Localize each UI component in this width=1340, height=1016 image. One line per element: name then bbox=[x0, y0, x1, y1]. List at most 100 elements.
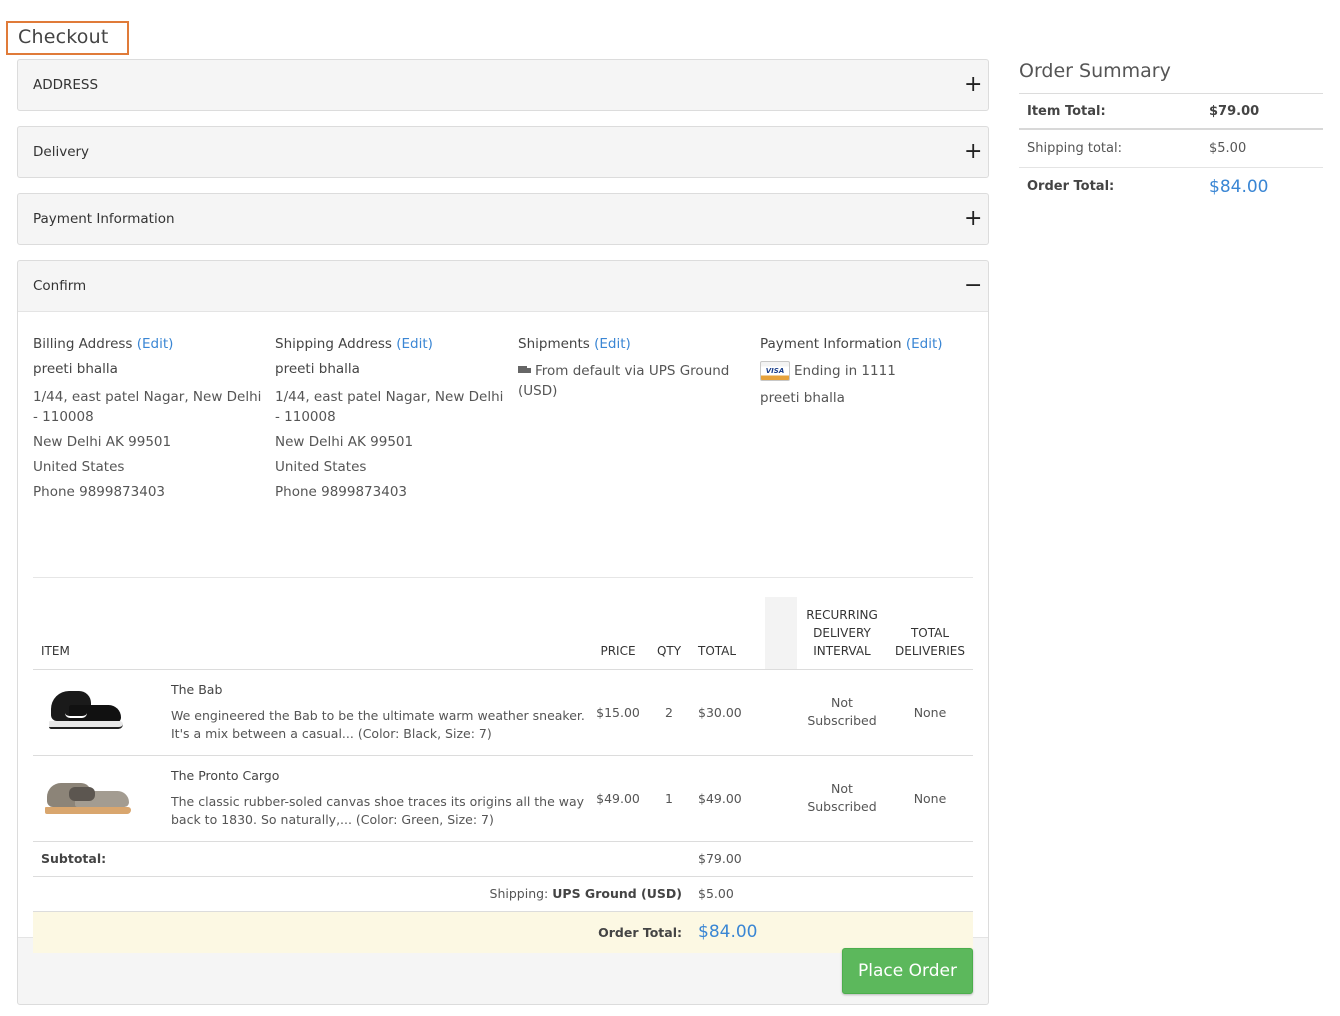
order-summary-title: Order Summary bbox=[1019, 60, 1323, 94]
collapse-icon[interactable]: − bbox=[964, 275, 982, 297]
billing-name: preeti bhalla bbox=[33, 361, 118, 377]
shipping-label: Shipping: UPS Ground (USD) bbox=[33, 876, 690, 912]
shipments-heading: Shipments (Edit) bbox=[518, 336, 748, 352]
col-qty: QTY bbox=[648, 597, 690, 670]
summary-order-total-row: Order Total: $84.00 bbox=[1019, 168, 1323, 210]
col-price: PRICE bbox=[588, 597, 648, 670]
shipping-phone: Phone 9899873403 bbox=[275, 484, 408, 500]
total-deliveries: None bbox=[887, 755, 973, 842]
product-image-cell bbox=[33, 669, 163, 756]
payment-section-header[interactable]: Payment Information + bbox=[18, 194, 988, 244]
shipping-line2: New Delhi AK 99501 bbox=[275, 434, 414, 450]
summary-shipping-label: Shipping total: bbox=[1027, 141, 1122, 156]
card-ending-text: Ending in 1111 bbox=[794, 363, 896, 379]
shipping-name: preeti bhalla bbox=[275, 361, 360, 377]
order-summary: Order Summary Item Total: $79.00 Shippin… bbox=[1019, 60, 1323, 210]
product-name[interactable]: The Bab bbox=[171, 681, 588, 699]
billing-line1: 1/44, east patel Nagar, New Delhi - 1100… bbox=[33, 389, 262, 425]
shipping-line1: 1/44, east patel Nagar, New Delhi - 1100… bbox=[275, 389, 504, 425]
confirm-section-footer: Place Order bbox=[18, 938, 988, 1005]
billing-address-label: Billing Address bbox=[33, 336, 133, 352]
edit-shipping-link[interactable]: (Edit) bbox=[396, 336, 433, 352]
summary-shipping-row: Shipping total: $5.00 bbox=[1019, 130, 1323, 168]
place-order-button[interactable]: Place Order bbox=[842, 948, 973, 994]
col-total: TOTAL bbox=[690, 597, 765, 670]
shipping-row: Shipping: UPS Ground (USD) $5.00 bbox=[33, 876, 973, 912]
subtotal-value: $79.00 bbox=[690, 841, 765, 877]
billing-country: United States bbox=[33, 459, 125, 475]
edit-payment-link[interactable]: (Edit) bbox=[906, 336, 943, 352]
spacer-cell bbox=[765, 755, 797, 842]
payment-section[interactable]: Payment Information + bbox=[17, 193, 989, 245]
edit-billing-link[interactable]: (Edit) bbox=[137, 336, 174, 352]
table-row: The Bab We engineered the Bab to be the … bbox=[33, 669, 973, 756]
product-price: $49.00 bbox=[588, 755, 648, 842]
spacer-cell bbox=[765, 669, 797, 756]
col-deliveries: TOTAL DELIVERIES bbox=[887, 597, 973, 670]
summary-shipping-value: $5.00 bbox=[1209, 141, 1247, 156]
payment-info-heading: Payment Information (Edit) bbox=[760, 336, 990, 352]
card-row: VISA Ending in 1111 bbox=[760, 361, 990, 381]
product-name[interactable]: The Pronto Cargo bbox=[171, 767, 588, 785]
product-total: $30.00 bbox=[690, 669, 765, 756]
truck-icon bbox=[518, 366, 532, 375]
confirm-section-body: Billing Address (Edit) preeti bhalla 1/4… bbox=[18, 311, 990, 953]
page-title: Checkout bbox=[6, 21, 129, 55]
product-image-grey-sneaker[interactable] bbox=[41, 773, 131, 823]
expand-icon[interactable]: + bbox=[964, 208, 982, 230]
shipping-address-label: Shipping Address bbox=[275, 336, 392, 352]
shipping-prefix: Shipping: bbox=[489, 886, 549, 901]
col-spacer bbox=[765, 597, 797, 670]
product-qty: 1 bbox=[648, 755, 690, 842]
summary-order-total-value: $84.00 bbox=[1209, 177, 1269, 197]
delivery-section-header[interactable]: Delivery + bbox=[18, 127, 988, 177]
col-recurring: RECURRING DELIVERY INTERVAL bbox=[797, 597, 887, 670]
col-item: ITEM bbox=[33, 597, 588, 670]
recurring-interval: Not Subscribed bbox=[797, 755, 887, 842]
confirm-section-title: Confirm bbox=[33, 278, 87, 294]
payment-info-label: Payment Information bbox=[760, 336, 902, 352]
product-info: The Bab We engineered the Bab to be the … bbox=[163, 669, 588, 756]
product-description: The classic rubber-soled canvas shoe tra… bbox=[171, 794, 585, 827]
expand-icon[interactable]: + bbox=[964, 141, 982, 163]
delivery-section-title: Delivery bbox=[33, 144, 90, 160]
edit-shipments-link[interactable]: (Edit) bbox=[594, 336, 631, 352]
confirm-section-header[interactable]: Confirm − bbox=[18, 261, 988, 311]
payment-name: preeti bhalla bbox=[760, 390, 845, 406]
summary-order-total-label: Order Total: bbox=[1027, 179, 1115, 194]
shipping-address-block: Shipping Address (Edit) preeti bhalla 1/… bbox=[275, 336, 505, 507]
address-section-header[interactable]: ADDRESS + bbox=[18, 60, 988, 110]
shipments-block: Shipments (Edit) From default via UPS Gr… bbox=[518, 336, 748, 406]
shipping-country: United States bbox=[275, 459, 367, 475]
order-items-table: ITEM PRICE QTY TOTAL RECURRING DELIVERY … bbox=[33, 597, 973, 953]
summary-item-total-value: $79.00 bbox=[1209, 103, 1260, 119]
subtotal-label: Subtotal: bbox=[33, 841, 588, 877]
visa-card-icon: VISA bbox=[760, 361, 790, 381]
address-section[interactable]: ADDRESS + bbox=[17, 59, 989, 111]
payment-info-block: Payment Information (Edit) VISA Ending in… bbox=[760, 336, 990, 413]
shipping-address-heading: Shipping Address (Edit) bbox=[275, 336, 505, 352]
subtotal-row: Subtotal: $79.00 bbox=[33, 841, 973, 877]
billing-phone: Phone 9899873403 bbox=[33, 484, 166, 500]
product-total: $49.00 bbox=[690, 755, 765, 842]
shipments-text-row: From default via UPS Ground (USD) bbox=[518, 361, 748, 401]
table-header-row: ITEM PRICE QTY TOTAL RECURRING DELIVERY … bbox=[33, 597, 973, 670]
shipments-text: From default via UPS Ground (USD) bbox=[518, 363, 730, 399]
table-row: The Pronto Cargo The classic rubber-sole… bbox=[33, 755, 973, 842]
billing-address-heading: Billing Address (Edit) bbox=[33, 336, 263, 352]
shipments-label: Shipments bbox=[518, 336, 590, 352]
delivery-section[interactable]: Delivery + bbox=[17, 126, 989, 178]
confirm-section: Confirm − Billing Address (Edit) preeti … bbox=[17, 260, 989, 1005]
shipping-method: UPS Ground (USD) bbox=[552, 886, 682, 901]
address-section-title: ADDRESS bbox=[33, 77, 99, 93]
product-qty: 2 bbox=[648, 669, 690, 756]
product-image-black-sneaker[interactable] bbox=[41, 687, 131, 737]
expand-icon[interactable]: + bbox=[964, 74, 982, 96]
section-divider bbox=[33, 577, 973, 578]
product-info: The Pronto Cargo The classic rubber-sole… bbox=[163, 755, 588, 842]
product-image-cell bbox=[33, 755, 163, 842]
product-description: We engineered the Bab to be the ultimate… bbox=[171, 708, 585, 741]
billing-line2: New Delhi AK 99501 bbox=[33, 434, 172, 450]
billing-address-block: Billing Address (Edit) preeti bhalla 1/4… bbox=[33, 336, 263, 507]
shipping-value: $5.00 bbox=[690, 876, 765, 912]
